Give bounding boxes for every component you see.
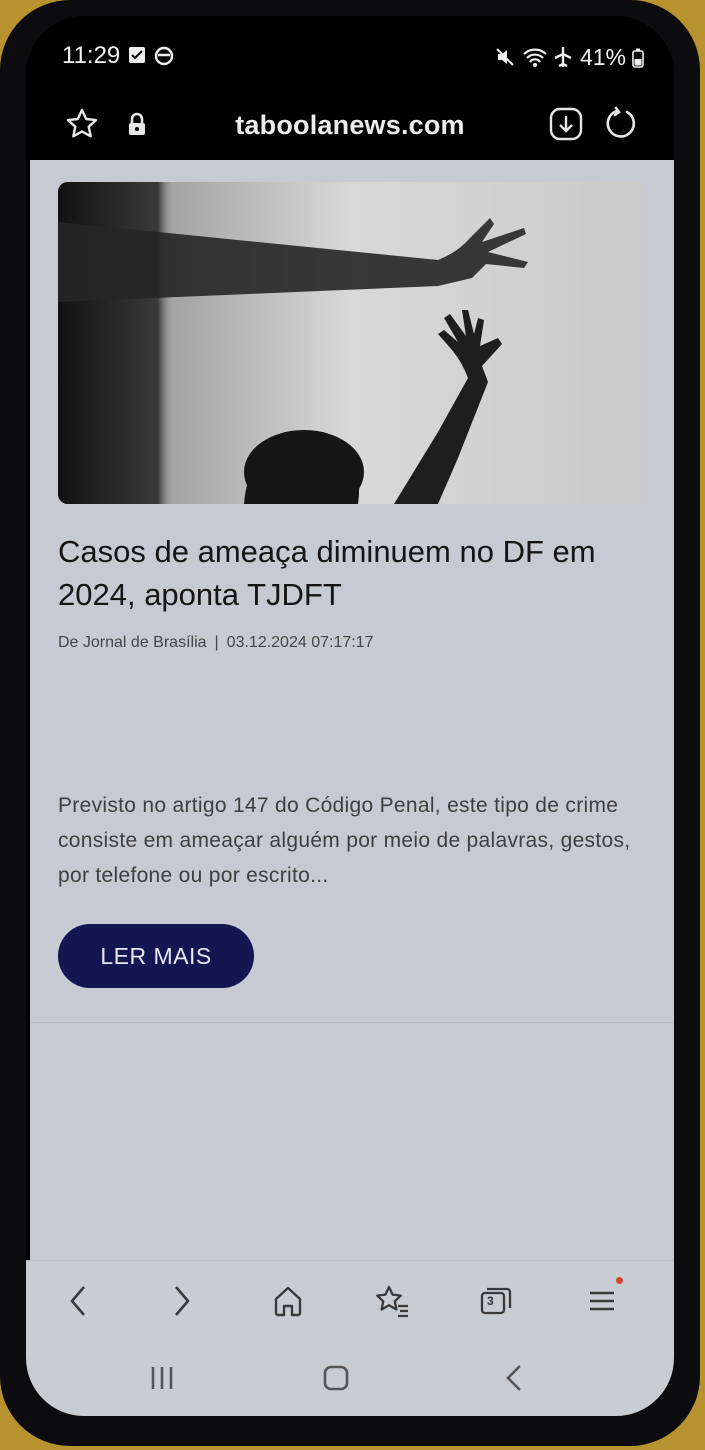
divider [30,1022,674,1023]
read-more-button[interactable]: LER MAIS [58,924,254,988]
meta-separator: | [214,634,219,651]
wifi-icon [522,46,548,73]
article-date: 03.12.2024 07:17:17 [226,634,374,651]
article-meta: De Jornal de Brasília | 03.12.2024 07:17:1… [58,634,646,652]
article-excerpt: Previsto no artigo 147 do Código Penal, … [58,794,631,887]
screen: 11:29 41% taboolanews.com Casos de ameaç… [26,16,674,1416]
back-icon[interactable] [58,1281,98,1321]
phone-frame: 11:29 41% taboolanews.com Casos de ameaç… [0,0,700,1446]
notification-dot [616,1277,623,1284]
tab-count: 3 [487,1294,494,1308]
article-title[interactable]: Casos de ameaça diminuem no DF em 2024, … [58,530,646,616]
airplane-icon [552,46,574,73]
system-nav-bar [26,1338,674,1416]
battery-indicator: 41% [580,44,644,71]
back-nav-icon[interactable] [494,1358,534,1398]
reload-icon[interactable] [602,106,638,147]
forward-icon[interactable] [162,1281,202,1321]
recents-icon[interactable] [142,1358,182,1398]
browser-toolbar: 3 [26,1260,674,1339]
address-bar: taboolanews.com [26,96,674,160]
battery-percent: 41% [579,44,626,70]
battery-icon [632,48,644,68]
home-icon[interactable] [268,1281,308,1321]
status-time: 11:29 [62,42,121,69]
status-bar: 11:29 41% [26,16,674,96]
article-card[interactable]: Casos de ameaça diminuem no DF em 2024, … [58,182,646,652]
checkbox-icon [128,46,146,69]
article-image[interactable] [58,182,646,504]
home-nav-icon[interactable] [316,1358,356,1398]
tabs-icon[interactable]: 3 [476,1281,516,1321]
menu-icon[interactable] [582,1277,623,1321]
circle-app-icon [154,46,174,71]
download-icon[interactable] [548,106,584,147]
mute-icon [494,46,516,73]
bookmarks-icon[interactable] [372,1281,412,1321]
web-page: Casos de ameaça diminuem no DF em 2024, … [30,160,674,1260]
article-source: De Jornal de Brasília [58,634,207,651]
